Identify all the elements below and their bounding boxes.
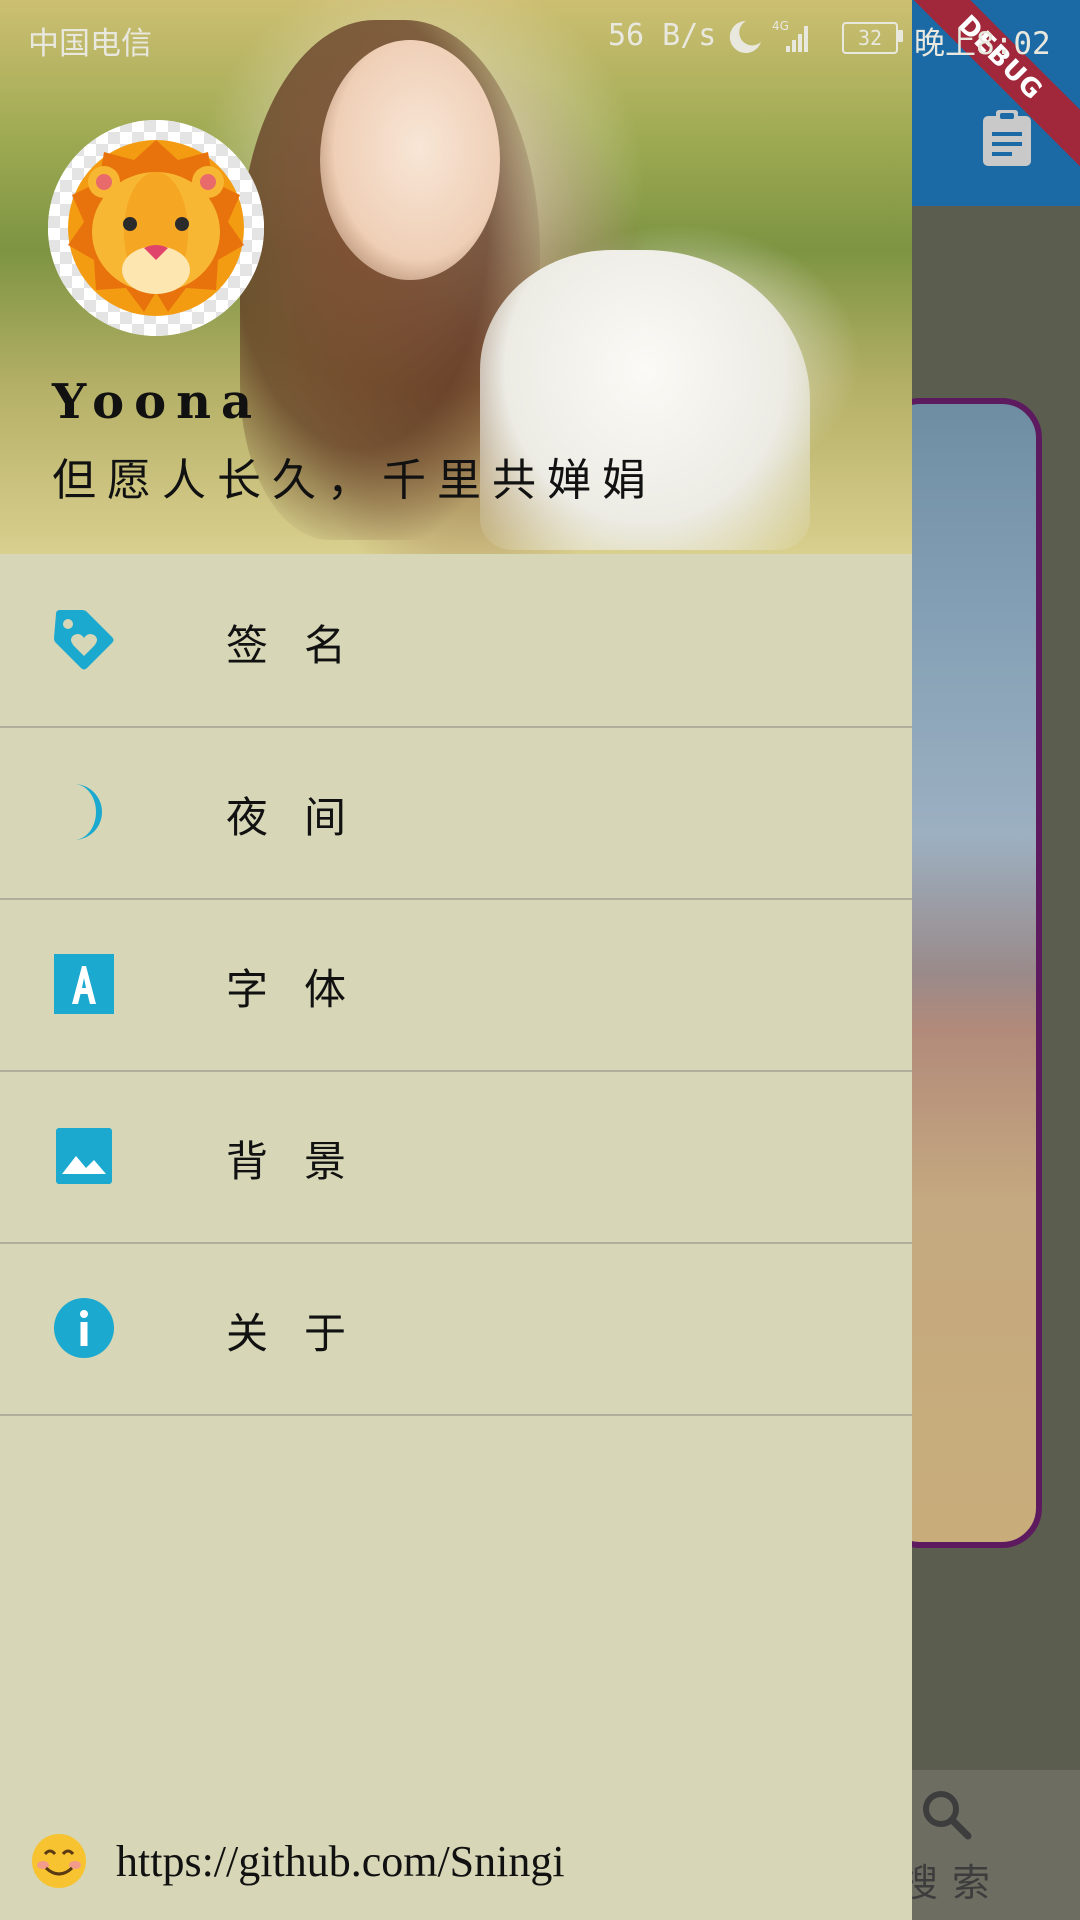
battery-indicator: 32 [842,22,898,54]
navigation-drawer: Yoona 但愿人长久，千里共婵娟 签名 夜间 字体 背景 关于 https:/… [0,0,912,1920]
menu-item-label: 字体 [226,965,383,1014]
menu-item-night-mode[interactable]: 夜间 [0,728,912,900]
info-icon [54,1298,114,1358]
user-name: Yoona [52,374,263,430]
clipboard-icon[interactable] [980,108,1034,168]
search-label[interactable]: 搜索 [900,1852,1004,1907]
drawer-header: Yoona 但愿人长久，千里共婵娟 [0,0,912,554]
status-bar: 中国电信 56 B/s 4G 32 晚上8:02 [0,0,1080,76]
font-icon [54,954,114,1014]
moon-icon [74,784,102,840]
lion-icon [48,120,264,336]
battery-tip [898,30,903,42]
menu-item-background[interactable]: 背景 [0,1072,912,1244]
smile-emoji-icon [32,1834,86,1888]
do-not-disturb-moon-icon [729,20,761,53]
user-motto: 但愿人长久，千里共婵娟 [52,455,657,506]
menu-item-label: 背景 [226,1137,383,1186]
clock: 晚上8:02 [914,26,1051,62]
menu-item-about[interactable]: 关于 [0,1244,912,1416]
image-icon [56,1128,112,1184]
github-link[interactable]: https://github.com/Sningi [116,1836,565,1887]
search-icon[interactable] [920,1788,972,1840]
menu-item-label: 关于 [226,1309,383,1358]
signal-4g-icon: 4G [772,19,808,52]
menu-item-label: 夜间 [226,793,383,842]
menu-item-signature[interactable]: 签名 [0,556,912,728]
tag-heart-icon [54,610,114,670]
network-type: 4G [772,19,789,33]
header-photo-face [320,40,500,280]
menu-item-label: 签名 [226,621,383,670]
menu-item-font[interactable]: 字体 [0,900,912,1072]
network-speed: 56 B/s [608,18,717,53]
carrier-name: 中国电信 [28,26,152,62]
drawer-menu: 签名 夜间 字体 背景 关于 [0,556,912,1416]
avatar[interactable] [48,120,264,336]
